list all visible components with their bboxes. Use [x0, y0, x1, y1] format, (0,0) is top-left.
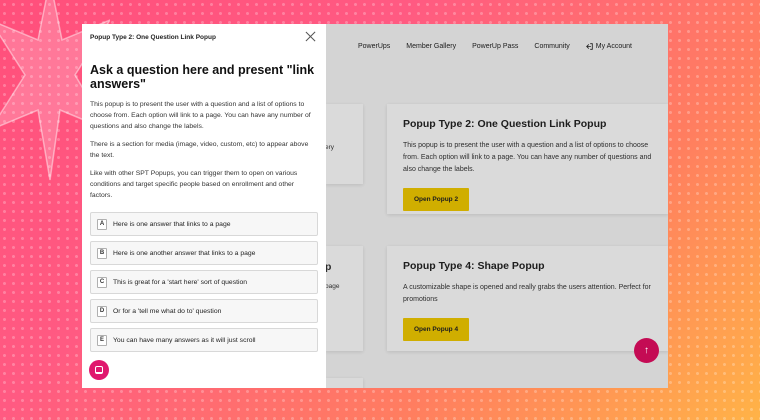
card-1-text-fragment: ery [325, 144, 335, 151]
chat-button[interactable] [89, 360, 109, 380]
answer-text: You can have many answers as it will jus… [113, 336, 256, 344]
card-4: Popup Type 4: Shape Popup A customizable… [387, 246, 668, 351]
nav-powerups[interactable]: PowerUps [358, 43, 390, 50]
nav-my-account[interactable]: My Account [585, 42, 632, 50]
card-2-title: Popup Type 2: One Question Link Popup [403, 118, 607, 130]
answer-text: Here is one another answer that links to… [113, 249, 256, 257]
card-3-title-fragment: p [325, 261, 332, 273]
answer-option-c[interactable]: C This is great for a 'start here' sort … [90, 270, 318, 294]
popup-paragraph-3: Like with other SPT Popups, you can trig… [90, 170, 298, 199]
card-3: p page [325, 246, 363, 351]
answer-letter-badge: C [97, 276, 107, 288]
popup-question: Ask a question here and present "link an… [90, 63, 315, 91]
card-4-title: Popup Type 4: Shape Popup [403, 260, 545, 272]
answer-letter-badge: D [97, 305, 107, 317]
answer-text: Here is one answer that links to a page [113, 220, 231, 228]
login-icon [585, 42, 593, 50]
popup-header: Popup Type 2: One Question Link Popup [90, 24, 318, 50]
scroll-to-top-button[interactable]: ↑ [634, 338, 659, 363]
popup-paragraph-1: This popup is to present the user with a… [90, 101, 311, 130]
nav-community[interactable]: Community [534, 43, 569, 50]
nav-member-gallery[interactable]: Member Gallery [406, 43, 456, 50]
card-2: Popup Type 2: One Question Link Popup Th… [387, 104, 668, 214]
nav-powerup-pass[interactable]: PowerUp Pass [472, 43, 518, 50]
answer-option-e[interactable]: E You can have many answers as it will j… [90, 328, 318, 352]
chat-icon [95, 366, 103, 374]
answer-text: Or for a 'tell me what do to' question [113, 307, 222, 315]
arrow-up-icon: ↑ [644, 345, 649, 356]
answer-list: A Here is one answer that links to a pag… [90, 212, 318, 352]
open-popup-2-button[interactable]: Open Popup 2 [403, 188, 470, 211]
answer-letter-badge: B [97, 247, 107, 259]
answer-option-b[interactable]: B Here is one another answer that links … [90, 241, 318, 265]
close-icon[interactable] [304, 30, 318, 44]
card-3-text-fragment: page [325, 283, 340, 290]
answer-text: This is great for a 'start here' sort of… [113, 278, 248, 286]
answer-letter-badge: A [97, 218, 107, 230]
open-popup-4-button[interactable]: Open Popup 4 [403, 318, 470, 341]
card-4-text: A customizable shape is opened and reall… [403, 284, 651, 303]
site-navigation: PowerUps Member Gallery PowerUp Pass Com… [326, 24, 668, 68]
answer-letter-badge: E [97, 334, 107, 346]
card-5-partial [325, 378, 363, 388]
answer-option-d[interactable]: D Or for a 'tell me what do to' question [90, 299, 318, 323]
popup-paragraph-2: There is a section for media (image, vid… [90, 141, 309, 159]
answer-option-a[interactable]: A Here is one answer that links to a pag… [90, 212, 318, 236]
card-2-text: This popup is to present the user with a… [403, 142, 652, 173]
card-1: ery [325, 104, 363, 184]
my-account-label: My Account [595, 42, 632, 50]
question-popup: Popup Type 2: One Question Link Popup As… [82, 24, 326, 388]
popup-header-title: Popup Type 2: One Question Link Popup [90, 33, 216, 41]
